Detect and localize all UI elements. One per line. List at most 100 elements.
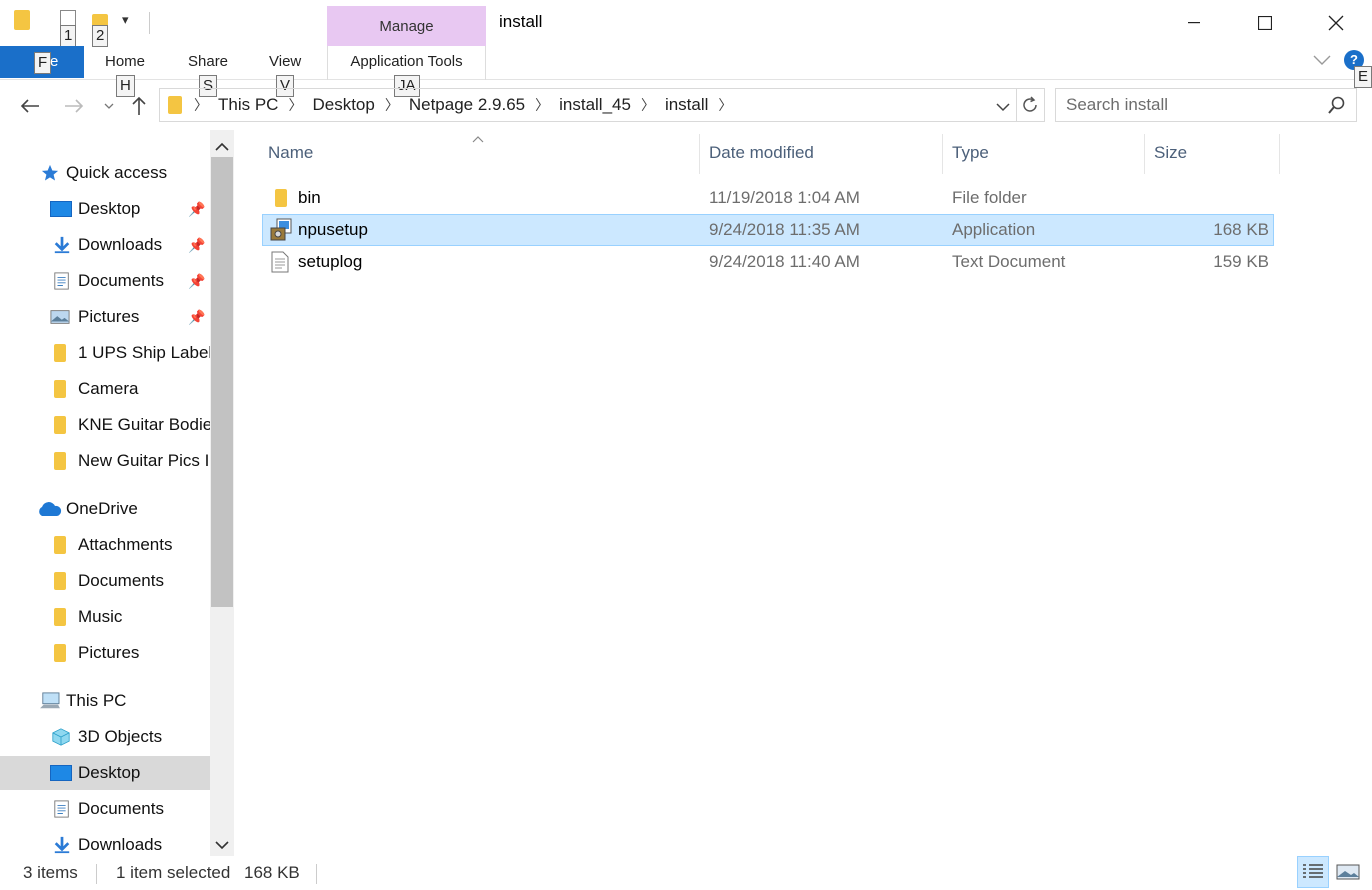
nav-item-folder[interactable]: KNE Guitar Bodie (0, 408, 210, 442)
large-icons-view-icon (1336, 864, 1360, 880)
large-icons-view-button[interactable] (1332, 856, 1364, 888)
nav-item-folder[interactable]: New Guitar Pics I (0, 444, 210, 478)
breadcrumb-separator[interactable]: 〉 (637, 95, 659, 115)
file-row[interactable]: npusetup 9/24/2018 11:35 AM Application … (262, 214, 1274, 246)
file-name: npusetup (298, 220, 368, 239)
column-header-date-modified[interactable]: Date modified (701, 134, 943, 174)
pin-icon[interactable]: 📌 (188, 201, 205, 218)
nav-label: OneDrive (66, 499, 138, 518)
divider (316, 864, 317, 884)
status-bar: 3 items 1 item selected 168 KB (0, 856, 1372, 890)
details-view-button[interactable] (1297, 856, 1329, 888)
navigation-row: 〉 This PC 〉 Desktop 〉 Netpage 2.9.65 〉 i… (0, 86, 1372, 126)
nav-item-folder[interactable]: Music (0, 600, 210, 634)
pin-icon[interactable]: 📌 (188, 309, 205, 326)
nav-label: Downloads (78, 235, 163, 254)
nav-item-documents[interactable]: Documents (0, 792, 210, 826)
nav-label: Desktop (78, 199, 141, 218)
search-input[interactable] (1066, 95, 1326, 115)
file-row[interactable]: bin 11/19/2018 1:04 AM File folder (262, 182, 1274, 214)
address-bar[interactable]: 〉 This PC 〉 Desktop 〉 Netpage 2.9.65 〉 i… (159, 88, 1045, 122)
breadcrumb-netpage[interactable]: Netpage 2.9.65 (403, 95, 531, 115)
setup-exe-icon (270, 218, 292, 241)
scroll-down-button[interactable] (213, 836, 231, 856)
nav-item-downloads[interactable]: Downloads (0, 828, 210, 856)
details-view-icon (1303, 864, 1323, 878)
column-header-name[interactable]: Name (260, 134, 700, 174)
chevron-down-icon (1313, 55, 1331, 65)
cloud-icon (39, 502, 62, 516)
folder-icon[interactable] (14, 10, 30, 30)
breadcrumb-separator[interactable]: 〉 (381, 95, 403, 115)
refresh-button[interactable] (1020, 95, 1040, 120)
scrollbar-thumb[interactable] (211, 157, 233, 607)
manage-context-tab[interactable]: Manage (327, 6, 486, 46)
nav-item-desktop[interactable]: Desktop 📌 (0, 192, 210, 226)
folder-icon (54, 380, 66, 398)
back-button[interactable] (14, 86, 46, 126)
pin-icon[interactable]: 📌 (188, 273, 205, 290)
keytip-help: E (1354, 66, 1372, 88)
nav-this-pc[interactable]: This PC (0, 684, 210, 718)
arrow-right-icon (65, 99, 84, 113)
breadcrumb-separator[interactable]: 〉 (714, 95, 736, 115)
title-bar: 1 2 ▾ Manage install (0, 0, 1372, 47)
nav-item-pictures[interactable]: Pictures 📌 (0, 300, 210, 334)
nav-item-documents[interactable]: Documents 📌 (0, 264, 210, 298)
forward-button[interactable] (58, 86, 90, 126)
nav-quick-access[interactable]: Quick access (0, 156, 210, 190)
maximize-button[interactable] (1243, 8, 1287, 38)
nav-item-folder[interactable]: Camera (0, 372, 210, 406)
breadcrumb-separator[interactable]: 〉 (190, 95, 212, 115)
column-header-size[interactable]: Size (1146, 134, 1280, 174)
divider (96, 864, 97, 884)
nav-item-folder[interactable]: Documents (0, 564, 210, 598)
breadcrumb-install[interactable]: install (659, 95, 714, 115)
tab-share[interactable]: Share (188, 46, 228, 78)
documents-icon (54, 272, 69, 290)
address-dropdown-button[interactable] (996, 97, 1010, 117)
nav-label: Camera (78, 379, 139, 398)
close-button[interactable] (1314, 8, 1358, 38)
nav-label: KNE Guitar Bodie (78, 415, 210, 434)
up-button[interactable] (124, 86, 154, 126)
star-icon (41, 164, 59, 181)
pin-icon[interactable]: 📌 (188, 237, 205, 254)
file-type: File folder (952, 188, 1027, 207)
nav-onedrive[interactable]: OneDrive (0, 492, 210, 526)
nav-item-folder[interactable]: Attachments (0, 528, 210, 562)
breadcrumb-this-pc[interactable]: This PC (212, 95, 284, 115)
nav-item-downloads[interactable]: Downloads 📌 (0, 228, 210, 262)
file-date: 9/24/2018 11:35 AM (709, 220, 860, 239)
scroll-up-button[interactable] (213, 138, 231, 158)
chevron-up-icon (215, 142, 229, 151)
column-header-type[interactable]: Type (944, 134, 1145, 174)
breadcrumb-separator[interactable]: 〉 (284, 95, 306, 115)
search-box[interactable] (1055, 88, 1357, 122)
nav-label: Downloads (78, 835, 163, 854)
nav-label: Attachments (78, 535, 173, 554)
expand-ribbon-icon[interactable] (1313, 50, 1331, 71)
customize-toolbar-icon[interactable]: ▾ (122, 12, 129, 28)
nav-item-folder[interactable]: Pictures (0, 636, 210, 670)
tab-view[interactable]: View (269, 46, 301, 78)
breadcrumb-desktop[interactable]: Desktop (306, 95, 380, 115)
nav-label: This PC (66, 691, 127, 710)
folder-icon (54, 608, 66, 626)
minimize-icon (1188, 22, 1200, 24)
chevron-down-icon (996, 103, 1010, 112)
refresh-icon (1023, 96, 1037, 112)
breadcrumb-install-45[interactable]: install_45 (553, 95, 637, 115)
file-row[interactable]: setuplog 9/24/2018 11:40 AM Text Documen… (262, 246, 1274, 278)
breadcrumb-separator[interactable]: 〉 (531, 95, 553, 115)
nav-item-desktop[interactable]: Desktop (0, 756, 210, 790)
nav-item-folder[interactable]: 1 UPS Ship Label (0, 336, 210, 370)
downloads-icon (54, 836, 70, 854)
search-icon[interactable] (1328, 96, 1346, 114)
tab-home[interactable]: Home (105, 46, 145, 78)
selection-count: 1 item selected (116, 863, 231, 882)
recent-locations-button[interactable] (98, 86, 120, 126)
nav-item-3d-objects[interactable]: 3D Objects (0, 720, 210, 754)
keytip-1: 1 (60, 25, 77, 47)
minimize-button[interactable] (1172, 8, 1216, 38)
